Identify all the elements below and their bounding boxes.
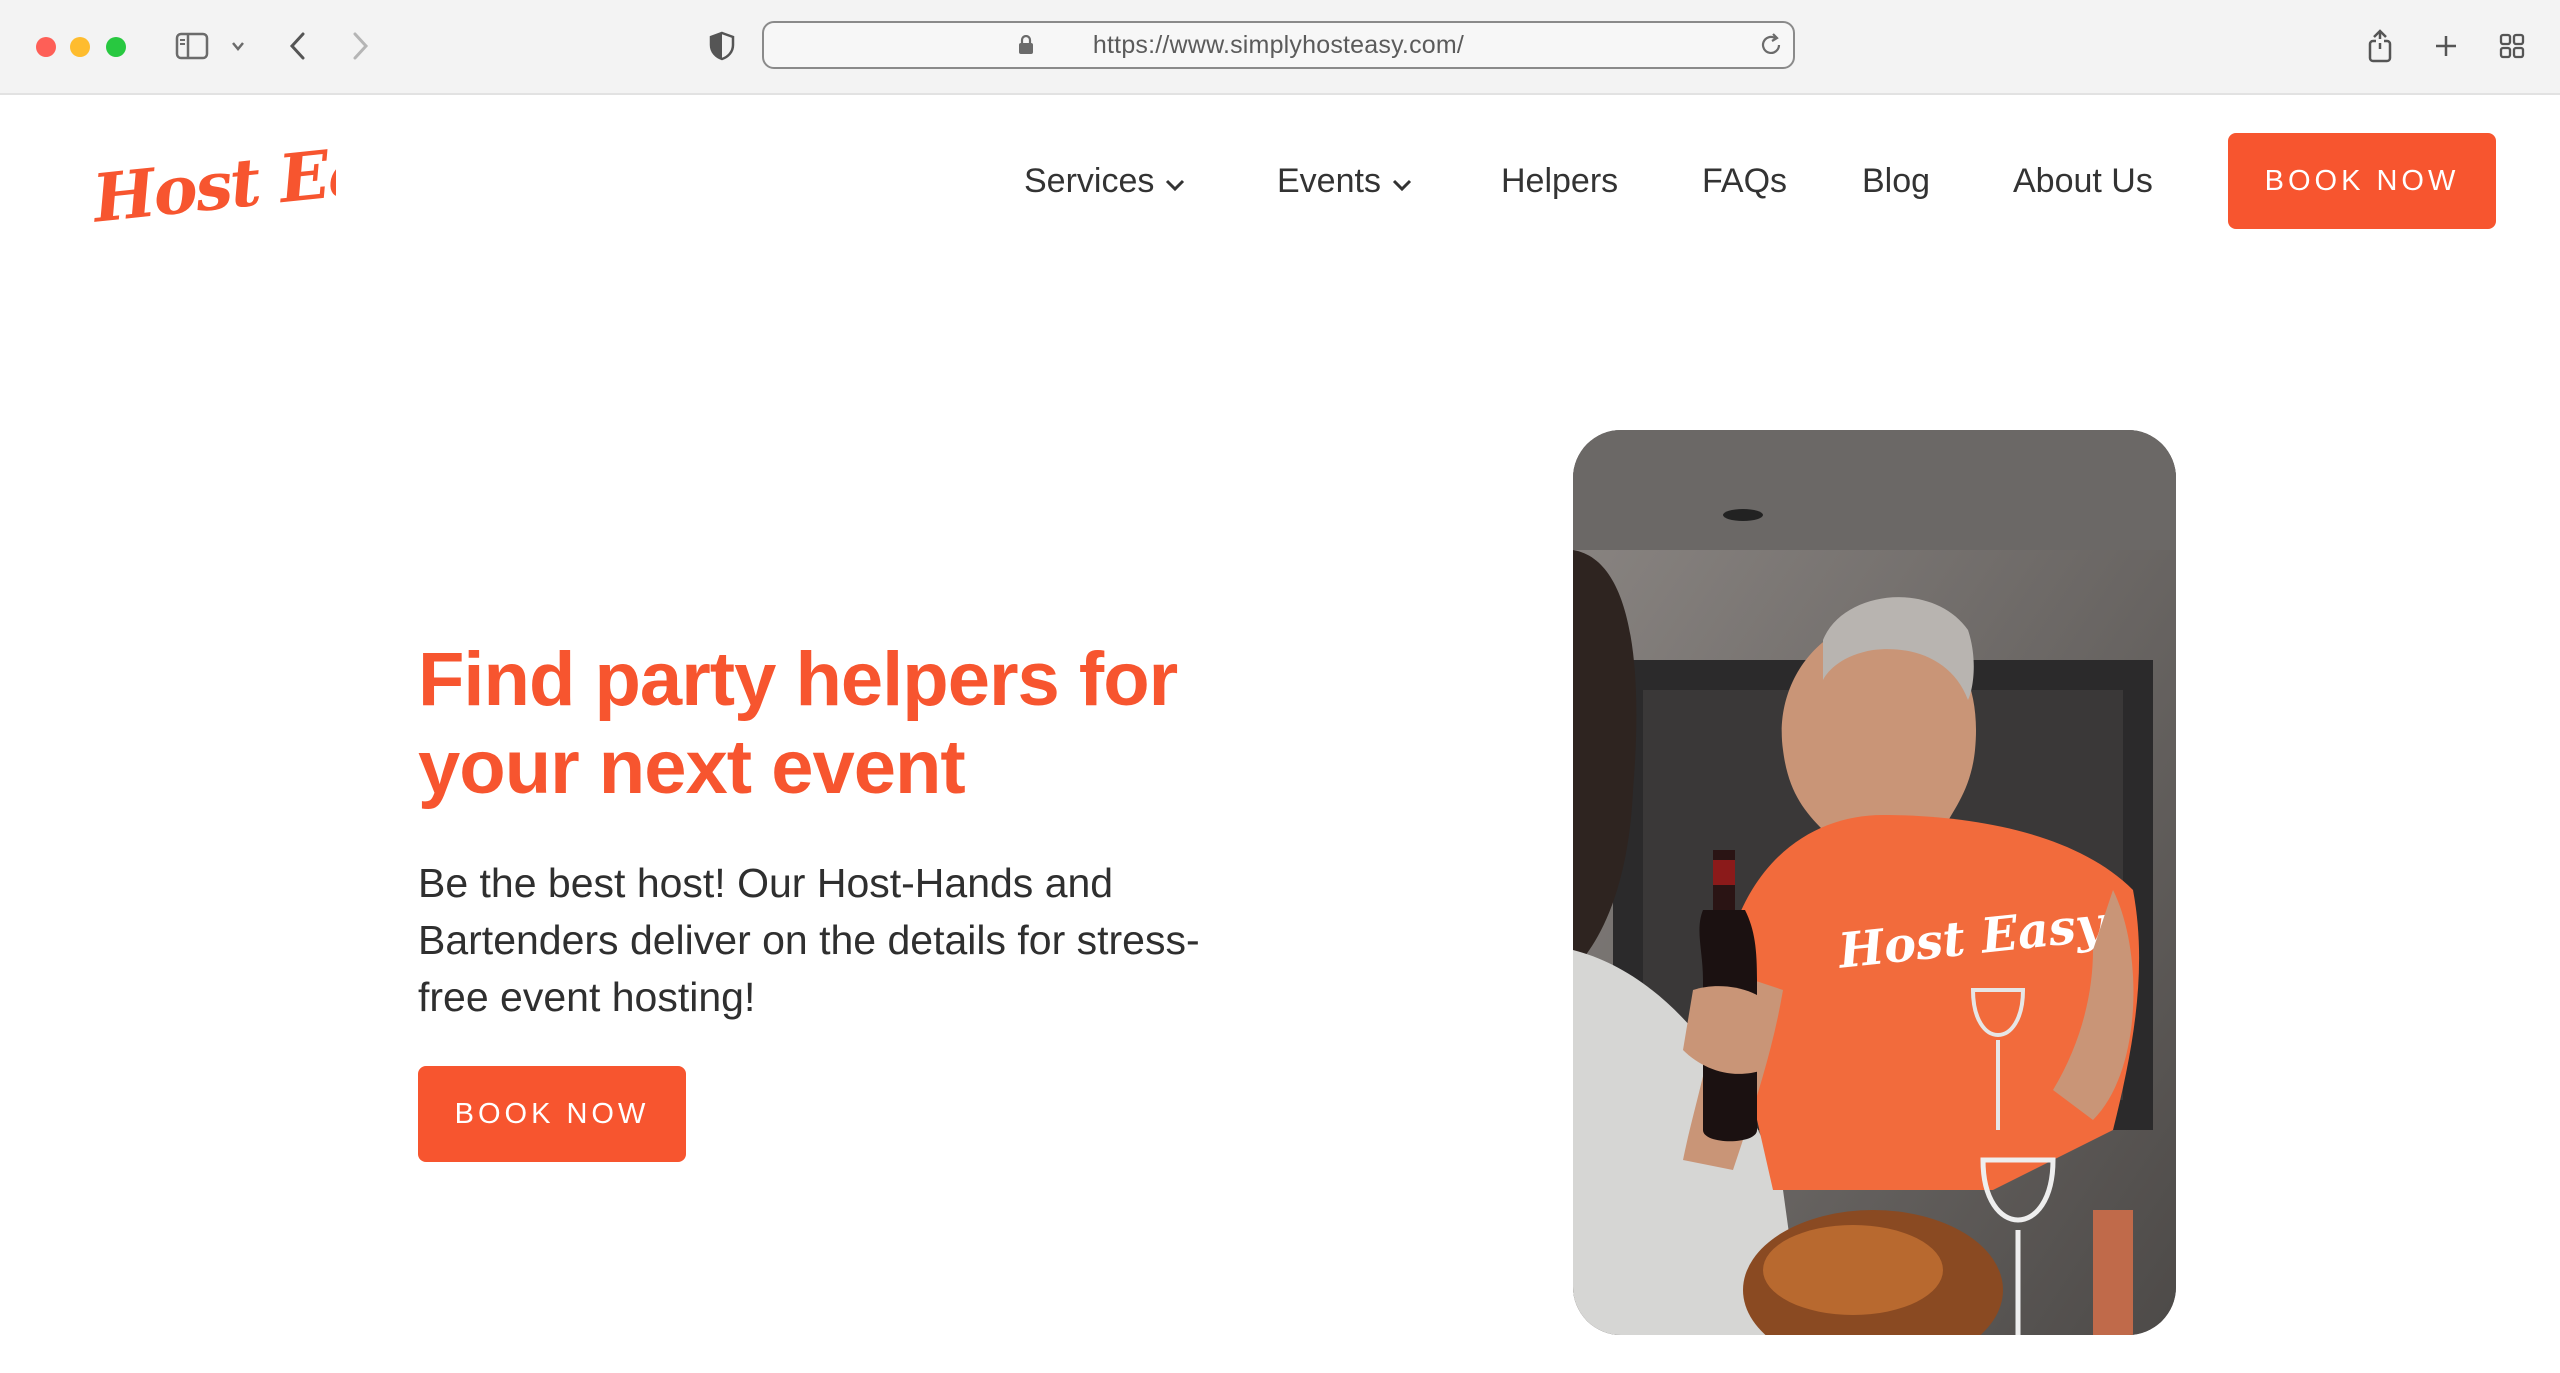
svg-text:Host Easy: Host Easy bbox=[87, 130, 336, 230]
nav-events[interactable]: Events bbox=[1277, 150, 1413, 212]
close-window-button[interactable] bbox=[36, 37, 56, 57]
nav-services[interactable]: Services bbox=[1024, 150, 1186, 212]
header-book-now-button[interactable]: BOOK NOW bbox=[2228, 133, 2496, 229]
back-icon[interactable] bbox=[278, 26, 318, 66]
nav-label: Services bbox=[1024, 162, 1155, 200]
nav-helpers[interactable]: Helpers bbox=[1501, 150, 1618, 212]
nav-label: Events bbox=[1277, 162, 1381, 200]
hero-subtitle-line: free event hosting! bbox=[418, 974, 756, 1020]
browser-toolbar: https://www.simplyhosteasy.com/ bbox=[0, 0, 2560, 95]
nav-faqs[interactable]: FAQs bbox=[1702, 150, 1787, 212]
chevron-down-icon bbox=[1391, 150, 1413, 212]
forward-icon[interactable] bbox=[340, 26, 380, 66]
share-icon[interactable] bbox=[2360, 26, 2400, 66]
chevron-down-icon[interactable] bbox=[220, 26, 256, 66]
chevron-down-icon bbox=[1164, 150, 1186, 212]
hero-subtitle-line: Bartenders deliver on the details for st… bbox=[418, 917, 1200, 963]
hero-title-line: Find party helpers for bbox=[418, 637, 1178, 722]
address-bar[interactable]: https://www.simplyhosteasy.com/ bbox=[762, 21, 1795, 69]
hero-photo: Host Easy bbox=[1573, 430, 2176, 1335]
host-easy-logo[interactable]: Host Easy bbox=[86, 123, 449, 238]
url-text: https://www.simplyhosteasy.com/ bbox=[1092, 31, 1465, 59]
sidebar-toggle-icon[interactable] bbox=[172, 26, 212, 66]
nav-blog[interactable]: Blog bbox=[1862, 150, 1930, 212]
hero-subtitle: Be the best host! Our Host-Hands and Bar… bbox=[418, 855, 1298, 1026]
minimize-window-button[interactable] bbox=[70, 37, 90, 57]
zoom-window-button[interactable] bbox=[106, 37, 126, 57]
nav-about-us[interactable]: About Us bbox=[2013, 150, 2153, 212]
hero-subtitle-line: Be the best host! Our Host-Hands and bbox=[418, 860, 1114, 906]
reload-icon[interactable] bbox=[1757, 31, 1785, 64]
hero-title-line: your next event bbox=[418, 725, 966, 810]
nav-label: About Us bbox=[2013, 162, 2153, 200]
nav-label: Blog bbox=[1862, 162, 1931, 200]
hero-book-now-button[interactable]: BOOK NOW bbox=[418, 1066, 686, 1162]
nav-label: FAQs bbox=[1702, 162, 1788, 200]
nav-label: Helpers bbox=[1501, 162, 1619, 200]
hero-title: Find party helpers for your next event bbox=[418, 636, 1298, 812]
privacy-shield-icon[interactable] bbox=[702, 26, 742, 66]
tab-overview-icon[interactable] bbox=[2492, 26, 2532, 66]
new-tab-icon[interactable] bbox=[2426, 26, 2466, 66]
